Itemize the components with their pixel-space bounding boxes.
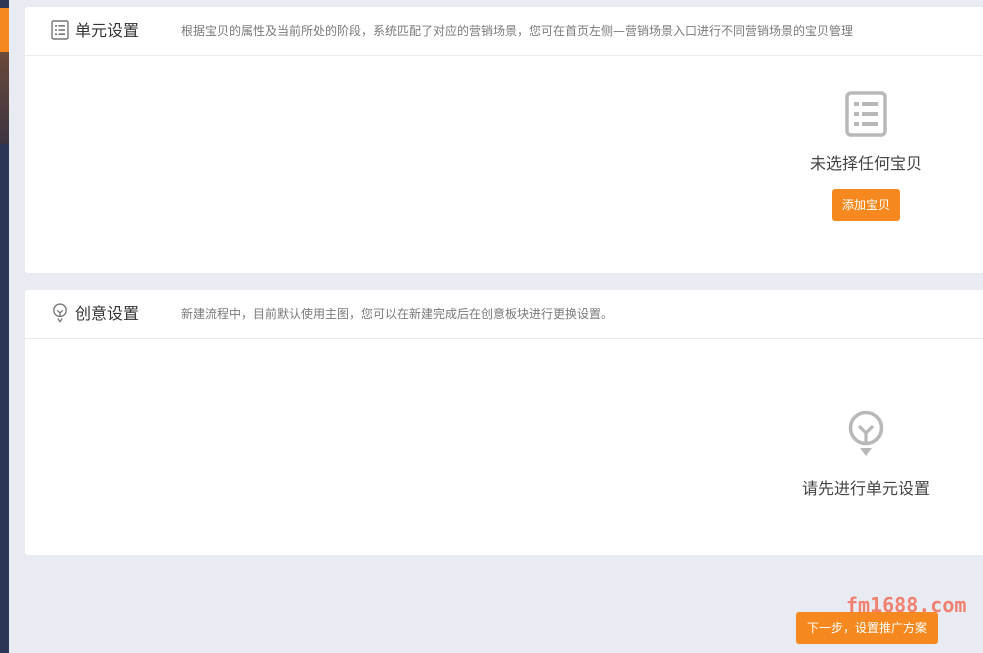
sidebar-strip (0, 0, 9, 653)
creative-empty-state: 请先进行单元设置 (795, 410, 937, 500)
creative-empty-text: 请先进行单元设置 (801, 479, 930, 498)
creative-settings-header: 创意设置 新建流程中，目前默认使用主图，您可以在新建完成后在创意板块进行更换设置… (25, 290, 983, 339)
unit-empty-state: 未选择任何宝贝 添加宝贝 (795, 91, 937, 221)
unit-settings-header: 单元设置 根据宝贝的属性及当前所处的阶段，系统匹配了对应的营销场景，您可在首页左… (25, 7, 983, 56)
creative-settings-description: 新建流程中，目前默认使用主图，您可以在新建完成后在创意板块进行更换设置。 (181, 307, 614, 321)
list-icon (845, 91, 887, 137)
lightbulb-icon (53, 303, 67, 323)
next-step-button[interactable]: 下一步，设置推广方案 (796, 612, 938, 644)
lightbulb-icon (848, 410, 884, 456)
creative-settings-title: 创意设置 (75, 304, 140, 323)
unit-settings-panel: 单元设置 根据宝贝的属性及当前所处的阶段，系统匹配了对应的营销场景，您可在首页左… (25, 7, 983, 273)
unit-empty-text: 未选择任何宝贝 (809, 154, 922, 173)
unit-settings-title: 单元设置 (75, 21, 140, 40)
list-icon (51, 20, 69, 40)
creative-settings-panel: 创意设置 新建流程中，目前默认使用主图，您可以在新建完成后在创意板块进行更换设置… (25, 290, 983, 555)
sidebar-segment (0, 52, 9, 144)
unit-settings-description: 根据宝贝的属性及当前所处的阶段，系统匹配了对应的营销场景，您可在首页左侧—营销场… (181, 24, 854, 38)
add-item-button[interactable]: 添加宝贝 (832, 189, 900, 221)
sidebar-active-indicator (0, 8, 9, 52)
